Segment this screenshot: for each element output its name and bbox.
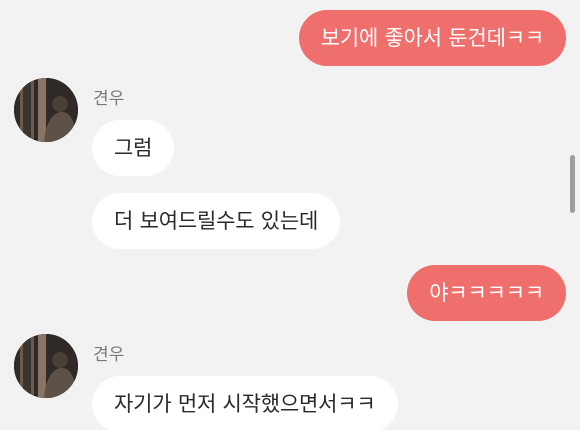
sender-name: 견우 [93, 345, 125, 365]
received-message-bubble[interactable]: 그럼 [92, 120, 175, 176]
chat-message-list[interactable]: 보기에 좋아서 둔건데ㅋㅋ 견우 그럼 더 보여드릴수도 있는데 야ㅋㅋㅋㅋㅋ … [0, 0, 580, 430]
avatar-photo [14, 334, 78, 398]
sender-name: 견우 [93, 89, 125, 109]
sent-message-bubble[interactable]: 야ㅋㅋㅋㅋㅋ [407, 265, 566, 321]
received-message-bubble[interactable]: 자기가 먼저 시작했으면서ㅋㅋ [92, 376, 398, 430]
received-message-bubble[interactable]: 더 보여드릴수도 있는데 [92, 193, 341, 249]
scrollbar-thumb[interactable] [570, 155, 575, 213]
sent-message-bubble[interactable]: 보기에 좋아서 둔건데ㅋㅋ [298, 10, 566, 66]
avatar[interactable] [14, 78, 78, 142]
avatar-photo [14, 78, 78, 142]
avatar[interactable] [14, 334, 78, 398]
